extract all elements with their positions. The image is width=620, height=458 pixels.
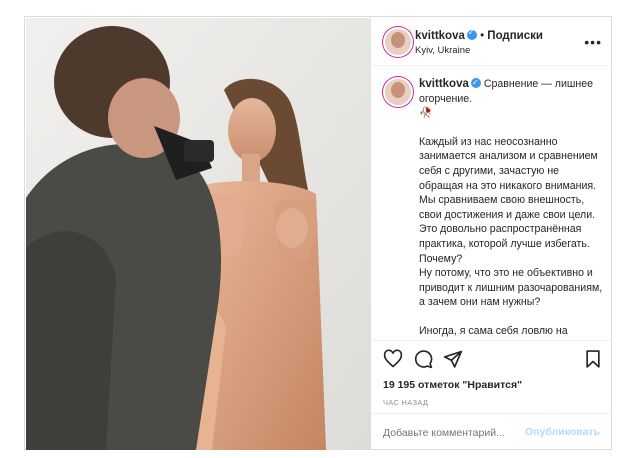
add-comment-bar: Опубликовать — [371, 413, 612, 452]
comment-input[interactable] — [383, 425, 533, 441]
post-actions: 19 195 отметок "Нравится" ЧАС НАЗАД Опуб… — [371, 340, 612, 451]
header-user-line: kvittkova • Подписки — [415, 28, 543, 42]
action-icons-row — [383, 349, 605, 375]
caption-first-line: kvittkova Сравнение — лишнее огорчение. — [419, 76, 603, 106]
caption-text: kvittkova Сравнение — лишнее огорчение. … — [419, 76, 603, 339]
caption-verified-icon — [470, 76, 481, 91]
avatar[interactable] — [383, 27, 413, 57]
share-paper-plane-icon[interactable] — [443, 349, 463, 369]
post-card: kvittkova • Подписки Kyiv, Ukraine ••• k… — [24, 16, 612, 450]
caption-avatar[interactable] — [383, 77, 413, 107]
photo-image — [26, 18, 371, 450]
caption-paragraph-3: Иногда, я сама себя ловлю на — [419, 324, 568, 337]
comment-bubble-icon[interactable] — [413, 349, 433, 369]
like-heart-icon[interactable] — [383, 349, 403, 369]
post-header: kvittkova • Подписки Kyiv, Ukraine ••• — [371, 17, 612, 66]
caption-username[interactable]: kvittkova — [419, 78, 469, 90]
publish-comment-button[interactable]: Опубликовать — [525, 426, 600, 438]
verified-badge-icon — [466, 28, 477, 40]
bookmark-icon[interactable] — [583, 349, 603, 369]
username-link[interactable]: kvittkova — [415, 30, 465, 42]
location-link[interactable]: Kyiv, Ukraine — [415, 45, 470, 56]
caption-paragraph-1: Каждый из нас неосознанно занимается ана… — [419, 135, 598, 265]
post-side-panel: kvittkova • Подписки Kyiv, Ukraine ••• k… — [371, 17, 612, 449]
follow-status-button[interactable]: Подписки — [487, 30, 543, 42]
post-time[interactable]: ЧАС НАЗАД — [383, 398, 428, 407]
caption-emoji: 🥀 — [419, 107, 433, 120]
post-photo[interactable] — [26, 18, 371, 450]
caption-paragraph-2: Ну потому, что это не объективно и приво… — [419, 267, 603, 309]
more-dots-icon[interactable]: ••• — [584, 34, 602, 50]
likes-count[interactable]: 19 195 отметок "Нравится" — [383, 379, 522, 391]
caption-area: kvittkova Сравнение — лишнее огорчение. … — [371, 65, 612, 339]
